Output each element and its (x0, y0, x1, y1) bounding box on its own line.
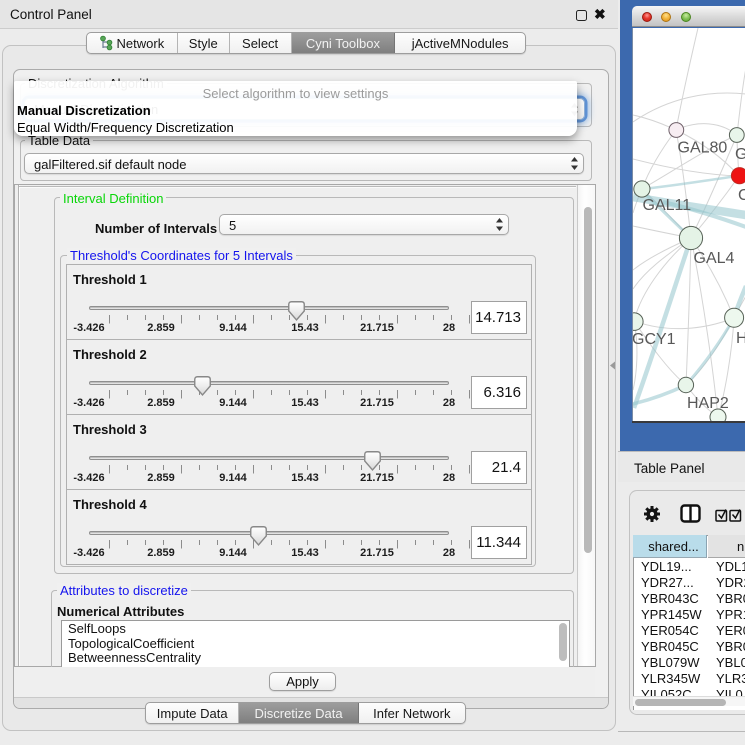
svg-text:H: H (736, 330, 745, 347)
svg-text:G: G (735, 146, 745, 163)
svg-text:GAL80: GAL80 (678, 140, 728, 157)
svg-text:HAP2: HAP2 (687, 395, 729, 412)
svg-text:GAL4: GAL4 (694, 250, 735, 267)
svg-text:GCY1: GCY1 (633, 331, 676, 348)
svg-text:C: C (738, 187, 745, 204)
svg-text:GAL11: GAL11 (643, 197, 692, 214)
